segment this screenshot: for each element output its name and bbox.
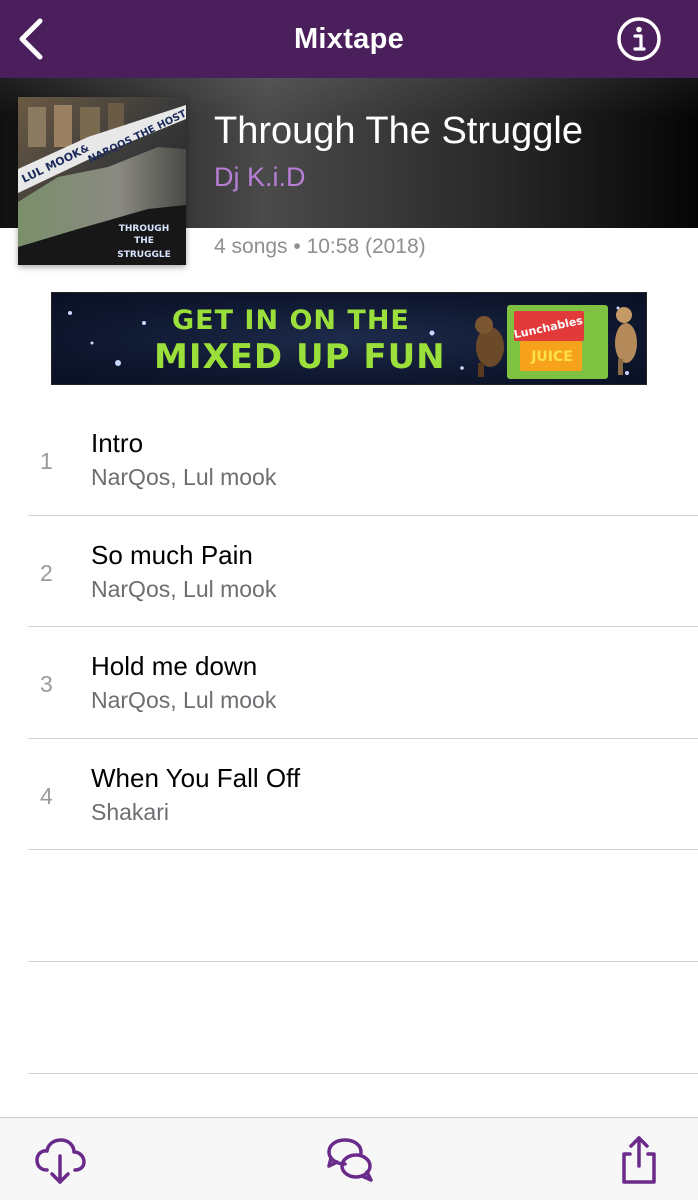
cloud-download-icon[interactable] bbox=[33, 1134, 87, 1188]
track-number: 2 bbox=[40, 560, 53, 586]
bottom-toolbar bbox=[0, 1117, 698, 1200]
track-title: Intro bbox=[91, 428, 144, 458]
track-title: So much Pain bbox=[91, 540, 253, 570]
navigation-bar: Mixtape bbox=[0, 0, 698, 78]
track-artist: NarQos, Lul mook bbox=[91, 464, 277, 490]
page-title: Mixtape bbox=[293, 22, 405, 55]
cartoon-animal-left bbox=[475, 316, 504, 377]
cover-text-title-3: STRUGGLE bbox=[117, 250, 171, 260]
chat-bubbles-icon[interactable] bbox=[323, 1134, 377, 1188]
track-artist: NarQos, Lul mook bbox=[91, 576, 277, 602]
cover-text-title-2: THE bbox=[134, 236, 154, 246]
track-number: 1 bbox=[40, 448, 53, 474]
ad-banner[interactable]: Lunchables JUICE GET IN ON THE MIXED UP … bbox=[51, 292, 647, 385]
album-title: Through The Struggle bbox=[214, 110, 583, 152]
track-title: Hold me down bbox=[91, 651, 258, 681]
track-row[interactable]: 2 So much Pain NarQos, Lul mook bbox=[0, 516, 698, 628]
track-row[interactable]: 3 Hold me down NarQos, Lul mook bbox=[0, 627, 698, 739]
track-artist: Shakari bbox=[91, 799, 169, 825]
cover-text-title-1: THROUGH bbox=[119, 224, 169, 234]
track-row[interactable]: 1 Intro NarQos, Lul mook bbox=[0, 404, 698, 516]
track-number: 3 bbox=[40, 671, 53, 697]
album-cover-art: LUL MOOK & NARQOS THE HOST THROUGH THE S… bbox=[18, 97, 186, 265]
track-row[interactable]: 4 When You Fall Off Shakari bbox=[0, 739, 698, 851]
track-title: When You Fall Off bbox=[91, 763, 301, 793]
row-divider bbox=[28, 961, 698, 962]
row-divider bbox=[28, 1073, 698, 1074]
album-artist-link[interactable]: Dj K.i.D bbox=[214, 162, 306, 193]
share-icon[interactable] bbox=[612, 1134, 666, 1188]
ad-headline-2: MIXED UP FUN bbox=[154, 337, 446, 377]
cartoon-animal-right bbox=[615, 307, 637, 375]
info-icon[interactable] bbox=[616, 16, 662, 62]
back-chevron-icon[interactable] bbox=[14, 17, 48, 61]
album-meta: 4 songs • 10:58 (2018) bbox=[214, 235, 426, 258]
ad-product-text: JUICE bbox=[530, 349, 573, 365]
track-artist: NarQos, Lul mook bbox=[91, 687, 277, 713]
ad-headline-1: GET IN ON THE bbox=[172, 305, 410, 336]
track-number: 4 bbox=[40, 783, 53, 809]
row-divider bbox=[28, 849, 698, 850]
